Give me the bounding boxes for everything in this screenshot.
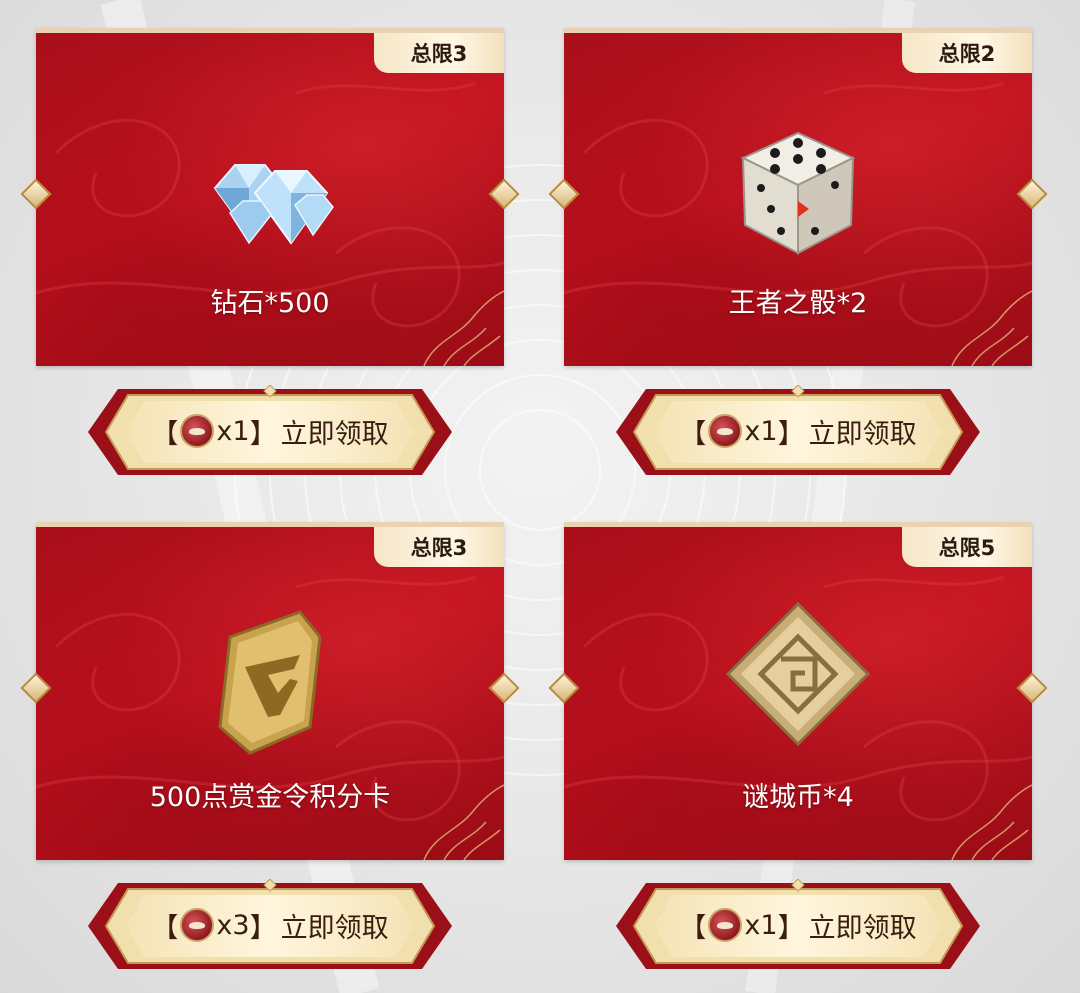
dice-icon — [723, 113, 873, 267]
claim-label: 立即领取 — [808, 418, 917, 450]
token-coin-icon — [708, 414, 743, 448]
claim-button-bounty-card[interactable]: 【 x3 】 立即领取 — [88, 879, 452, 973]
claim-button-maze-coin[interactable]: 【 x1 】 立即领取 — [616, 879, 980, 973]
shield-badge-icon — [210, 607, 330, 761]
token-coin-icon — [180, 908, 215, 942]
total-limit-text: 总限2 — [938, 42, 996, 66]
bracket-close: 】 — [249, 418, 277, 450]
total-limit-badge: 总限3 — [374, 527, 504, 567]
bracket-close: 】 — [249, 912, 277, 944]
total-limit-text: 总限3 — [410, 536, 468, 560]
bracket-open: 【 — [151, 912, 179, 944]
claim-label: 立即领取 — [808, 912, 917, 944]
bracket-close: 】 — [777, 418, 805, 450]
token-coin-icon — [708, 908, 743, 942]
total-limit-badge: 总限3 — [374, 33, 504, 73]
total-limit-badge: 总限2 — [902, 33, 1032, 73]
gold-lace-ornament — [423, 784, 504, 860]
bracket-close: 】 — [777, 912, 805, 944]
claim-button-diamond[interactable]: 【 x1 】 立即领取 — [88, 385, 452, 479]
gold-lace-ornament — [951, 290, 1032, 366]
reward-card-diamond: 总限3 钻石*500 — [20, 28, 520, 366]
maze-coin-icon — [723, 599, 873, 753]
bracket-open: 【 — [679, 418, 707, 450]
claim-label: 立即领取 — [280, 912, 389, 944]
total-limit-text: 总限5 — [938, 536, 996, 560]
reward-card-bounty-card: 总限3 500点赏金令积分卡 — [20, 522, 520, 860]
cost-count: x1 — [744, 415, 778, 447]
reward-card-maze-coin: 总限5 谜城币*4 — [548, 522, 1048, 860]
gold-lace-ornament — [423, 290, 504, 366]
bracket-open: 【 — [151, 418, 179, 450]
claim-button-dice[interactable]: 【 x1 】 立即领取 — [616, 385, 980, 479]
cost-count: x1 — [216, 415, 250, 447]
claim-label: 立即领取 — [280, 418, 389, 450]
diamond-icon — [195, 143, 345, 257]
token-coin-icon — [180, 414, 215, 448]
total-limit-text: 总限3 — [410, 42, 468, 66]
gold-lace-ornament — [951, 784, 1032, 860]
reward-card-dice: 总限2 王者之骰*2 — [548, 28, 1048, 366]
total-limit-badge: 总限5 — [902, 527, 1032, 567]
cost-count: x3 — [216, 909, 250, 941]
bracket-open: 【 — [679, 912, 707, 944]
cost-count: x1 — [744, 909, 778, 941]
